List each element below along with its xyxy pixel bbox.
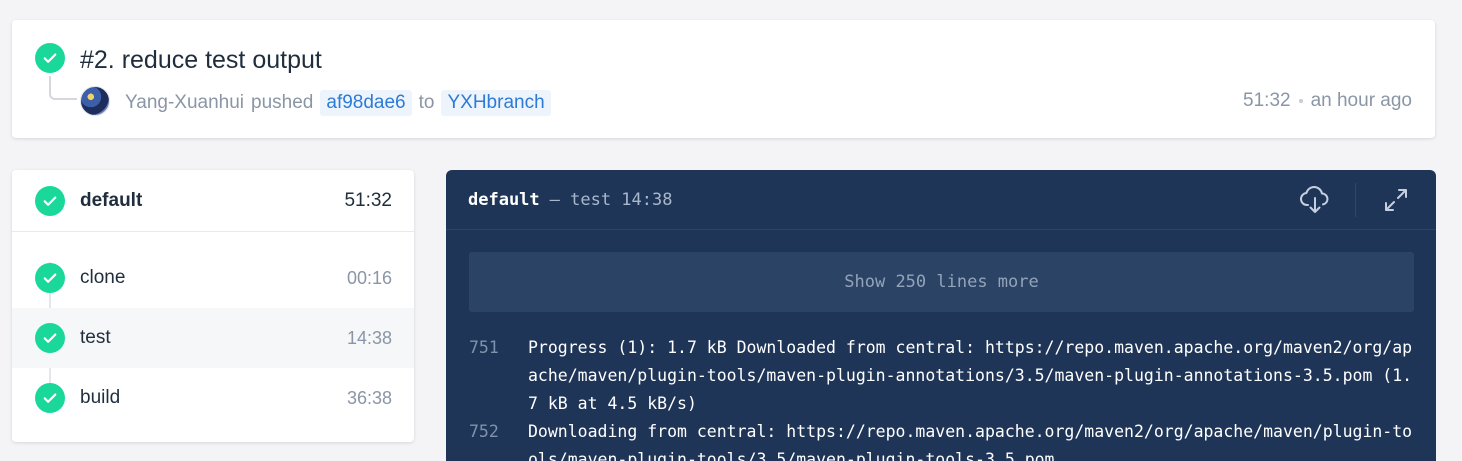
commit-sha-link[interactable]: af98dae6: [320, 90, 412, 116]
step-item-build[interactable]: build 36:38: [12, 368, 414, 428]
stage-header[interactable]: default 51:32: [12, 170, 414, 232]
cloud-download-icon[interactable]: [1297, 182, 1333, 218]
success-check-icon: [35, 43, 65, 73]
action-text: pushed: [251, 92, 314, 113]
step-duration: 00:16: [346, 267, 392, 288]
step-label: build: [80, 387, 121, 408]
branch-link[interactable]: YXHbranch: [441, 90, 551, 116]
to-text: to: [418, 92, 435, 113]
stage-name: default: [80, 189, 143, 211]
step-item-test[interactable]: test 14:38: [12, 308, 414, 368]
step-duration: 14:38: [346, 327, 392, 348]
line-text: Downloading from central: https://repo.m…: [528, 422, 1413, 461]
stages-panel: default 51:32 clone 00:16 test 14:38 bui…: [12, 170, 414, 442]
step-item-clone[interactable]: clone 00:16: [12, 248, 414, 308]
show-more-lines-button[interactable]: Show 250 lines more: [469, 252, 1414, 312]
success-check-icon: [35, 185, 65, 216]
author-name: Yang-Xuanhui: [125, 92, 245, 113]
stage-duration: 51:32: [344, 189, 392, 211]
line-text: Progress (1): 1.7 kB Downloaded from cen…: [528, 338, 1413, 413]
build-header-card: #2. reduce test output Yang-Xuanhui push…: [12, 20, 1435, 138]
expand-icon[interactable]: [1378, 182, 1414, 218]
log-header: default — test 14:38: [446, 170, 1436, 230]
step-label: clone: [80, 267, 126, 288]
tree-connector: [49, 76, 77, 100]
build-duration: 51:32: [1243, 90, 1291, 111]
success-check-icon: [35, 263, 65, 293]
line-number[interactable]: 751: [446, 334, 528, 418]
log-step-subtitle: — test 14:38: [549, 189, 673, 210]
success-check-icon: [35, 383, 65, 413]
step-duration: 36:38: [346, 387, 392, 408]
log-panel: default — test 14:38 Show 250 lines more…: [446, 170, 1436, 461]
log-stage-name: default: [468, 189, 540, 210]
commit-info: Yang-Xuanhui pushed af98dae6 to YXHbranc…: [125, 90, 551, 116]
log-lines: 751 Progress (1): 1.7 kB Downloaded from…: [446, 334, 1436, 461]
build-title: #2. reduce test output: [80, 46, 322, 74]
avatar: [80, 86, 110, 116]
separator-dot: [1298, 99, 1303, 103]
build-time-meta: 51:32 an hour ago: [1243, 90, 1412, 112]
log-line: 752 Downloading from central: https://re…: [446, 418, 1436, 461]
success-check-icon: [35, 323, 65, 353]
build-time-ago: an hour ago: [1310, 90, 1412, 111]
icon-separator: [1355, 182, 1356, 217]
step-list: clone 00:16 test 14:38 build 36:38: [12, 232, 414, 428]
line-number[interactable]: 752: [446, 418, 528, 461]
step-label: test: [80, 327, 111, 348]
log-actions: [1297, 182, 1414, 218]
log-line: 751 Progress (1): 1.7 kB Downloaded from…: [446, 334, 1436, 418]
